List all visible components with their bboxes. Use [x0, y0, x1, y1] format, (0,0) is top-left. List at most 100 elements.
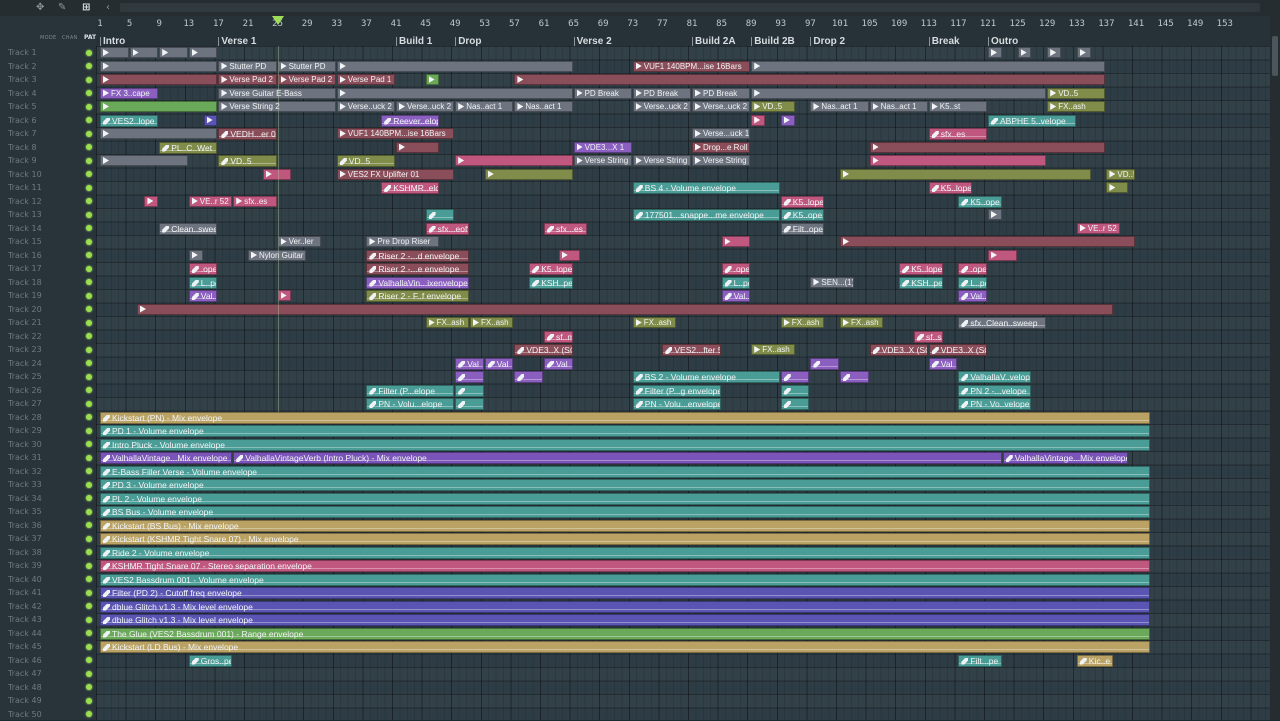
pattern-clip[interactable] — [870, 142, 1106, 153]
automation-clip[interactable]: Val..e — [189, 290, 218, 302]
pattern-clip[interactable] — [189, 250, 203, 261]
track-name[interactable]: Track 14 — [8, 222, 84, 236]
automation-clip[interactable]: VD..5 — [337, 155, 395, 167]
track-name[interactable]: Track 25 — [8, 370, 84, 384]
automation-clip[interactable]: ValhallaVintage...Mix envelope — [100, 452, 232, 464]
pattern-clip[interactable] — [396, 142, 439, 153]
pattern-clip[interactable] — [100, 101, 217, 112]
track-mute-led[interactable] — [86, 482, 92, 488]
automation-clip[interactable]: KSH..pe — [529, 277, 572, 289]
pattern-clip[interactable]: FX..ash — [426, 317, 469, 328]
track-name[interactable]: Track 42 — [8, 600, 84, 614]
track-mute-led[interactable] — [86, 590, 92, 596]
track-mute-led[interactable] — [86, 144, 92, 150]
automation-clip[interactable]: Gros..pe — [189, 655, 232, 667]
pattern-clip[interactable] — [337, 88, 573, 99]
pattern-clip[interactable] — [722, 236, 751, 247]
pattern-clip[interactable] — [1047, 47, 1061, 58]
pattern-clip[interactable]: VUF1 140BPM...ise 16Bars — [337, 128, 454, 139]
track-name[interactable]: Track 16 — [8, 249, 84, 263]
automation-clip[interactable]: dblue Glitch v1.3 - Mix level envelope — [100, 614, 1150, 626]
track-mute-led[interactable] — [86, 198, 92, 204]
track-mute-led[interactable] — [86, 401, 92, 407]
track-name[interactable]: Track 41 — [8, 586, 84, 600]
automation-clip[interactable]: Val — [485, 358, 514, 370]
automation-clip[interactable]: Kickstart (LD Bus) - Mix envelope — [100, 641, 1150, 653]
pattern-clip[interactable]: Ver..ler — [278, 236, 321, 247]
pattern-clip[interactable] — [840, 169, 1091, 180]
track-name[interactable]: Track 49 — [8, 694, 84, 708]
track-mute-led[interactable] — [86, 374, 92, 380]
pattern-clip[interactable] — [1106, 182, 1127, 193]
pattern-clip[interactable]: FX..ash — [781, 317, 824, 328]
section-marker[interactable]: Intro — [100, 37, 125, 46]
track-mute-led[interactable] — [86, 563, 92, 569]
automation-clip[interactable]: BS 2 - Volume envelope — [633, 371, 780, 383]
track-name[interactable]: Track 31 — [8, 451, 84, 465]
track-name[interactable]: Track 39 — [8, 559, 84, 573]
scroll-thumb[interactable] — [1272, 36, 1278, 76]
automation-clip[interactable]: L..pe — [189, 277, 218, 289]
section-marker[interactable]: Outro — [988, 37, 1018, 46]
automation-clip[interactable]: K5..lope — [529, 263, 572, 275]
track-mute-led[interactable] — [86, 239, 92, 245]
automation-clip[interactable]: K5..ope — [781, 209, 824, 221]
pattern-clip[interactable]: Nas..act 1 — [810, 101, 868, 112]
track-name[interactable]: Track 3 — [8, 73, 84, 87]
track-name[interactable]: Track 18 — [8, 276, 84, 290]
automation-clip[interactable]: PD 3 - Volume envelope — [100, 479, 1150, 491]
pattern-clip[interactable]: PD Break — [692, 88, 750, 99]
scroll-left-icon[interactable]: ‹ — [106, 2, 110, 13]
crosshair-icon[interactable]: ✥ — [36, 2, 44, 13]
automation-clip[interactable]: sfx...es — [544, 223, 587, 235]
pattern-clip[interactable] — [337, 61, 573, 72]
automation-clip[interactable]: PL..C..Wet — [159, 142, 217, 154]
track-mute-led[interactable] — [86, 252, 92, 258]
pattern-clip[interactable]: VDE3...X 1 — [574, 142, 632, 153]
track-mute-led[interactable] — [86, 320, 92, 326]
pattern-clip[interactable]: Pre Drop Riser — [366, 236, 439, 247]
pattern-clip[interactable]: Verse Pad 1 — [337, 74, 395, 85]
track-name[interactable]: Track 37 — [8, 532, 84, 546]
pencil-icon[interactable]: ✎ — [58, 2, 66, 13]
pattern-clip[interactable]: VUF1 140BPM...ise 16Bars — [633, 61, 750, 72]
automation-clip[interactable]: KSHMR..elope — [381, 182, 439, 194]
pattern-clip[interactable] — [870, 155, 1047, 166]
track-name[interactable]: Track 20 — [8, 303, 84, 317]
pattern-clip[interactable] — [751, 115, 765, 126]
automation-clip[interactable]: VDE3..X (SC) — [929, 344, 987, 356]
automation-clip[interactable]: ValhallaV..velope — [958, 371, 1031, 383]
track-name[interactable]: Track 48 — [8, 681, 84, 695]
pattern-clip[interactable] — [988, 209, 1002, 220]
pattern-clip[interactable]: Verse String — [633, 155, 691, 166]
track-name[interactable]: Track 21 — [8, 316, 84, 330]
track-mute-led[interactable] — [86, 630, 92, 636]
track-name[interactable]: Track 19 — [8, 289, 84, 303]
automation-clip[interactable]: Val..e — [722, 290, 751, 302]
track-name[interactable]: Track 46 — [8, 654, 84, 668]
track-name[interactable]: Track 22 — [8, 330, 84, 344]
track-name[interactable]: Track 35 — [8, 505, 84, 519]
automation-clip[interactable] — [455, 371, 484, 383]
pattern-clip[interactable] — [1077, 47, 1091, 58]
pattern-clip[interactable] — [130, 47, 159, 58]
playhead-marker[interactable] — [272, 16, 284, 25]
section-marker[interactable]: Drop 2 — [810, 37, 845, 46]
track-name[interactable]: Track 24 — [8, 357, 84, 371]
automation-clip[interactable]: PL 2 - Volume envelope — [100, 493, 1150, 505]
pattern-clip[interactable] — [137, 304, 1113, 315]
automation-clip[interactable]: PN - Volu...envelope — [633, 398, 721, 410]
automation-clip[interactable]: Riser 2 -...d envelope — [366, 250, 469, 262]
track-name[interactable]: Track 26 — [8, 384, 84, 398]
pattern-clip[interactable]: FX..ash — [633, 317, 676, 328]
pattern-clip[interactable]: Verse...uck 1 — [692, 128, 750, 139]
pattern-clip[interactable] — [100, 128, 217, 139]
pattern-clip[interactable]: Verse Pad 2 — [278, 74, 336, 85]
chan-label[interactable]: CHAN — [62, 35, 78, 41]
pattern-clip[interactable]: Stutter PD — [278, 61, 336, 72]
automation-clip[interactable]: Ride 2 - Volume envelope — [100, 547, 1150, 559]
automation-clip[interactable]: VEDH...er 038 — [218, 128, 276, 140]
track-name[interactable]: Track 10 — [8, 168, 84, 182]
automation-clip[interactable]: Kickstart (PN) - Mix envelope — [100, 412, 1150, 424]
track-name[interactable]: Track 30 — [8, 438, 84, 452]
